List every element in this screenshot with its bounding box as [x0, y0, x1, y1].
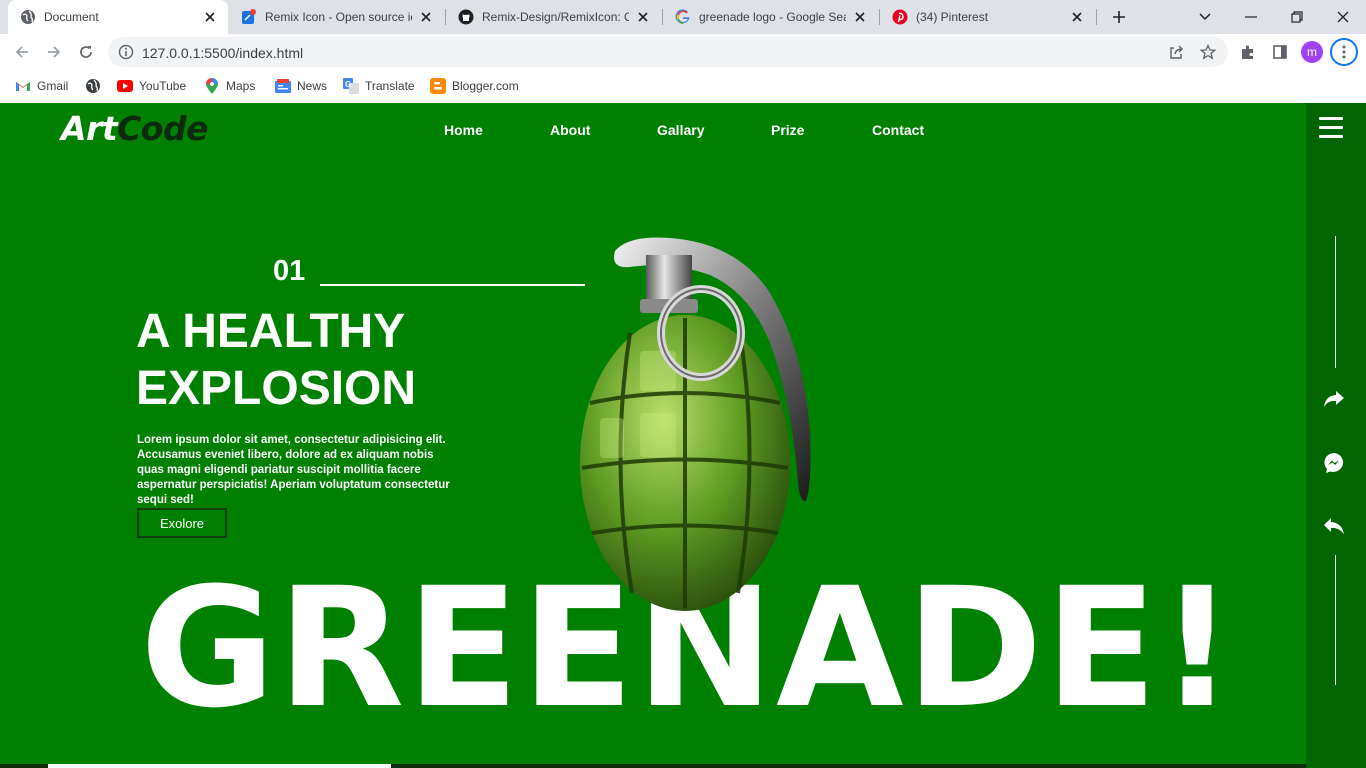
headline-line-2: EXPLOSION [136, 362, 417, 415]
side-divider-top [1335, 236, 1336, 368]
hamburger-menu-icon[interactable] [1319, 117, 1343, 139]
bookmark-globe[interactable] [85, 76, 107, 96]
tab-title: (34) Pinterest [916, 10, 989, 24]
logo-art: Art [61, 109, 118, 148]
bookmark-blogger[interactable]: Blogger.com [430, 76, 519, 96]
tab-search-button[interactable] [1182, 0, 1228, 34]
tab-title: Remix-Design/RemixIcon: Open [482, 10, 629, 24]
window-close-button[interactable] [1320, 0, 1366, 34]
restore-icon [1291, 11, 1303, 23]
url-text: 127.0.0.1:5500/index.html [142, 45, 304, 61]
tab-github[interactable]: Remix-Design/RemixIcon: Open [446, 0, 661, 34]
tab-title: greenade logo - Google Search [699, 10, 846, 24]
new-tab-button[interactable] [1097, 0, 1141, 34]
side-panel-button[interactable] [1266, 38, 1294, 66]
bookmark-maps[interactable]: Maps [204, 76, 255, 96]
close-icon[interactable] [202, 9, 218, 25]
close-icon[interactable] [1069, 9, 1085, 25]
reply-icon[interactable] [1323, 515, 1345, 537]
bookmark-youtube[interactable]: YouTube [117, 76, 186, 96]
bottom-strip [0, 764, 48, 768]
nav-prize[interactable]: Prize [771, 122, 804, 138]
reload-icon [80, 46, 92, 58]
slide-number: 01 [273, 255, 306, 287]
tab-pinterest[interactable]: (34) Pinterest [880, 0, 1095, 34]
bookmark-label: YouTube [139, 79, 187, 93]
back-button[interactable] [8, 38, 36, 66]
tab-strip: Document Remix Icon - Open source icons … [0, 0, 1366, 34]
plus-icon [1113, 11, 1125, 23]
browser-toolbar: 127.0.0.1:5500/index.html m [0, 34, 1366, 70]
gmail-icon [15, 78, 31, 94]
headline-line-1: A HEALTHY [136, 305, 406, 358]
nav-home[interactable]: Home [444, 122, 483, 138]
side-divider-bottom [1335, 555, 1336, 685]
bookmark-news[interactable]: News [275, 76, 327, 96]
arrow-right-icon [48, 46, 61, 58]
news-icon [275, 78, 291, 94]
page-viewport: ArtCode Home About Gallary Prize Contact… [0, 103, 1366, 768]
globe-icon [20, 9, 36, 25]
translate-icon: G [343, 78, 359, 94]
bookmark-label: Blogger.com [452, 79, 519, 93]
bookmark-label: Maps [226, 79, 256, 93]
share-icon[interactable] [1165, 41, 1187, 63]
extensions-button[interactable] [1234, 38, 1262, 66]
messenger-icon[interactable] [1323, 452, 1345, 474]
tab-google-search[interactable]: greenade logo - Google Search [663, 0, 878, 34]
bookmark-gmail[interactable]: Gmail [15, 76, 68, 96]
close-icon[interactable] [635, 9, 651, 25]
blogger-icon [430, 78, 446, 94]
svg-text:G: G [345, 80, 351, 89]
chevron-down-icon [1199, 13, 1211, 21]
menu-button[interactable] [1330, 38, 1358, 66]
arrow-left-icon [15, 46, 28, 58]
tab-remix-icon[interactable]: Remix Icon - Open source icons [229, 0, 444, 34]
side-social-bar [1306, 103, 1366, 768]
profile-avatar[interactable]: m [1301, 41, 1323, 63]
bookmark-label: News [297, 79, 328, 93]
google-icon [675, 9, 691, 25]
tab-document[interactable]: Document [8, 0, 228, 34]
site-logo[interactable]: ArtCode [61, 109, 208, 148]
address-bar[interactable]: 127.0.0.1:5500/index.html [108, 37, 1228, 67]
bottom-strip-rest [391, 764, 1306, 768]
grenade-image [580, 237, 811, 611]
tab-title: Remix Icon - Open source icons [265, 10, 412, 24]
minimize-button[interactable] [1228, 0, 1274, 34]
star-icon[interactable] [1197, 41, 1219, 63]
restore-button[interactable] [1274, 0, 1320, 34]
nav-about[interactable]: About [550, 122, 590, 138]
close-icon [1337, 11, 1349, 23]
bottom-progress [48, 764, 391, 768]
bookmark-label: Gmail [37, 79, 69, 93]
share-forward-icon[interactable] [1323, 388, 1345, 410]
explore-button[interactable]: Exolore [137, 508, 227, 538]
pinterest-icon [892, 9, 908, 25]
nav-contact[interactable]: Contact [872, 122, 924, 138]
side-panel-icon [1273, 45, 1287, 59]
maps-icon [204, 78, 220, 94]
puzzle-icon [1242, 45, 1253, 59]
remix-icon [241, 9, 257, 25]
youtube-icon [117, 78, 133, 94]
info-icon[interactable] [118, 44, 134, 60]
hero-description: Lorem ipsum dolor sit amet, consectetur … [137, 434, 450, 506]
bookmarks-bar: Gmail YouTube Maps News G Translate Blog… [0, 70, 1366, 103]
nav-gallary[interactable]: Gallary [657, 122, 704, 138]
minimize-icon [1245, 16, 1257, 18]
reload-button[interactable] [72, 38, 100, 66]
hero-headline: A HEALTHY EXPLOSION [136, 303, 416, 417]
forward-button[interactable] [40, 38, 68, 66]
tab-title: Document [44, 10, 99, 24]
globe-icon [85, 78, 101, 94]
more-vertical-icon [1342, 45, 1346, 59]
bookmark-translate[interactable]: G Translate [343, 76, 415, 96]
logo-code: Code [117, 109, 208, 148]
slide-number-line [320, 284, 585, 286]
github-icon [458, 9, 474, 25]
close-icon[interactable] [418, 9, 434, 25]
bookmark-label: Translate [365, 79, 415, 93]
close-icon[interactable] [852, 9, 868, 25]
